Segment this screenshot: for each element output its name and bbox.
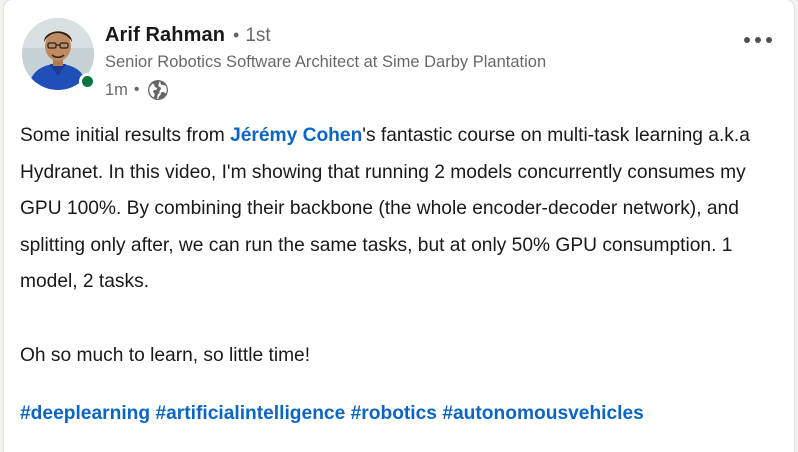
hashtag-link[interactable]: #robotics	[351, 403, 437, 424]
author-name-row: Arif Rahman • 1st	[105, 24, 271, 47]
post-paragraph-2: Oh so much to learn, so little time!	[20, 344, 311, 366]
more-options-button[interactable]	[738, 24, 778, 56]
hashtag-link[interactable]: #autonomousvehicles	[442, 403, 644, 424]
ellipsis-icon	[744, 37, 772, 43]
author-avatar[interactable]	[22, 18, 96, 92]
name-separator: •	[233, 25, 240, 45]
hashtag-link[interactable]: #artificialintelligence	[155, 403, 345, 424]
post-card: Arif Rahman • 1st Senior Robotics Softwa…	[4, 0, 794, 452]
author-name[interactable]: Arif Rahman	[105, 24, 225, 47]
hashtag-link[interactable]: #deeplearning	[20, 403, 150, 424]
post-time[interactable]: 1m	[105, 81, 128, 100]
mention-link[interactable]: Jérémy Cohen	[230, 125, 362, 146]
hashtag-list: #deeplearning #artificialintelligence #r…	[20, 403, 644, 425]
post-body: Some initial results from Jérémy Cohen's…	[20, 118, 780, 374]
author-headline[interactable]: Senior Robotics Software Architect at Si…	[105, 53, 546, 72]
presence-indicator	[79, 73, 96, 90]
post-meta: 1m •	[105, 78, 170, 102]
body-text-start: Some initial results from	[20, 125, 231, 146]
meta-separator: •	[133, 81, 140, 98]
body-text-rest: 's fantastic course on multi-task learni…	[20, 125, 750, 293]
globe-icon	[146, 78, 170, 102]
connection-degree: 1st	[245, 25, 271, 46]
post-paragraph-1: Some initial results from Jérémy Cohen's…	[20, 118, 780, 301]
